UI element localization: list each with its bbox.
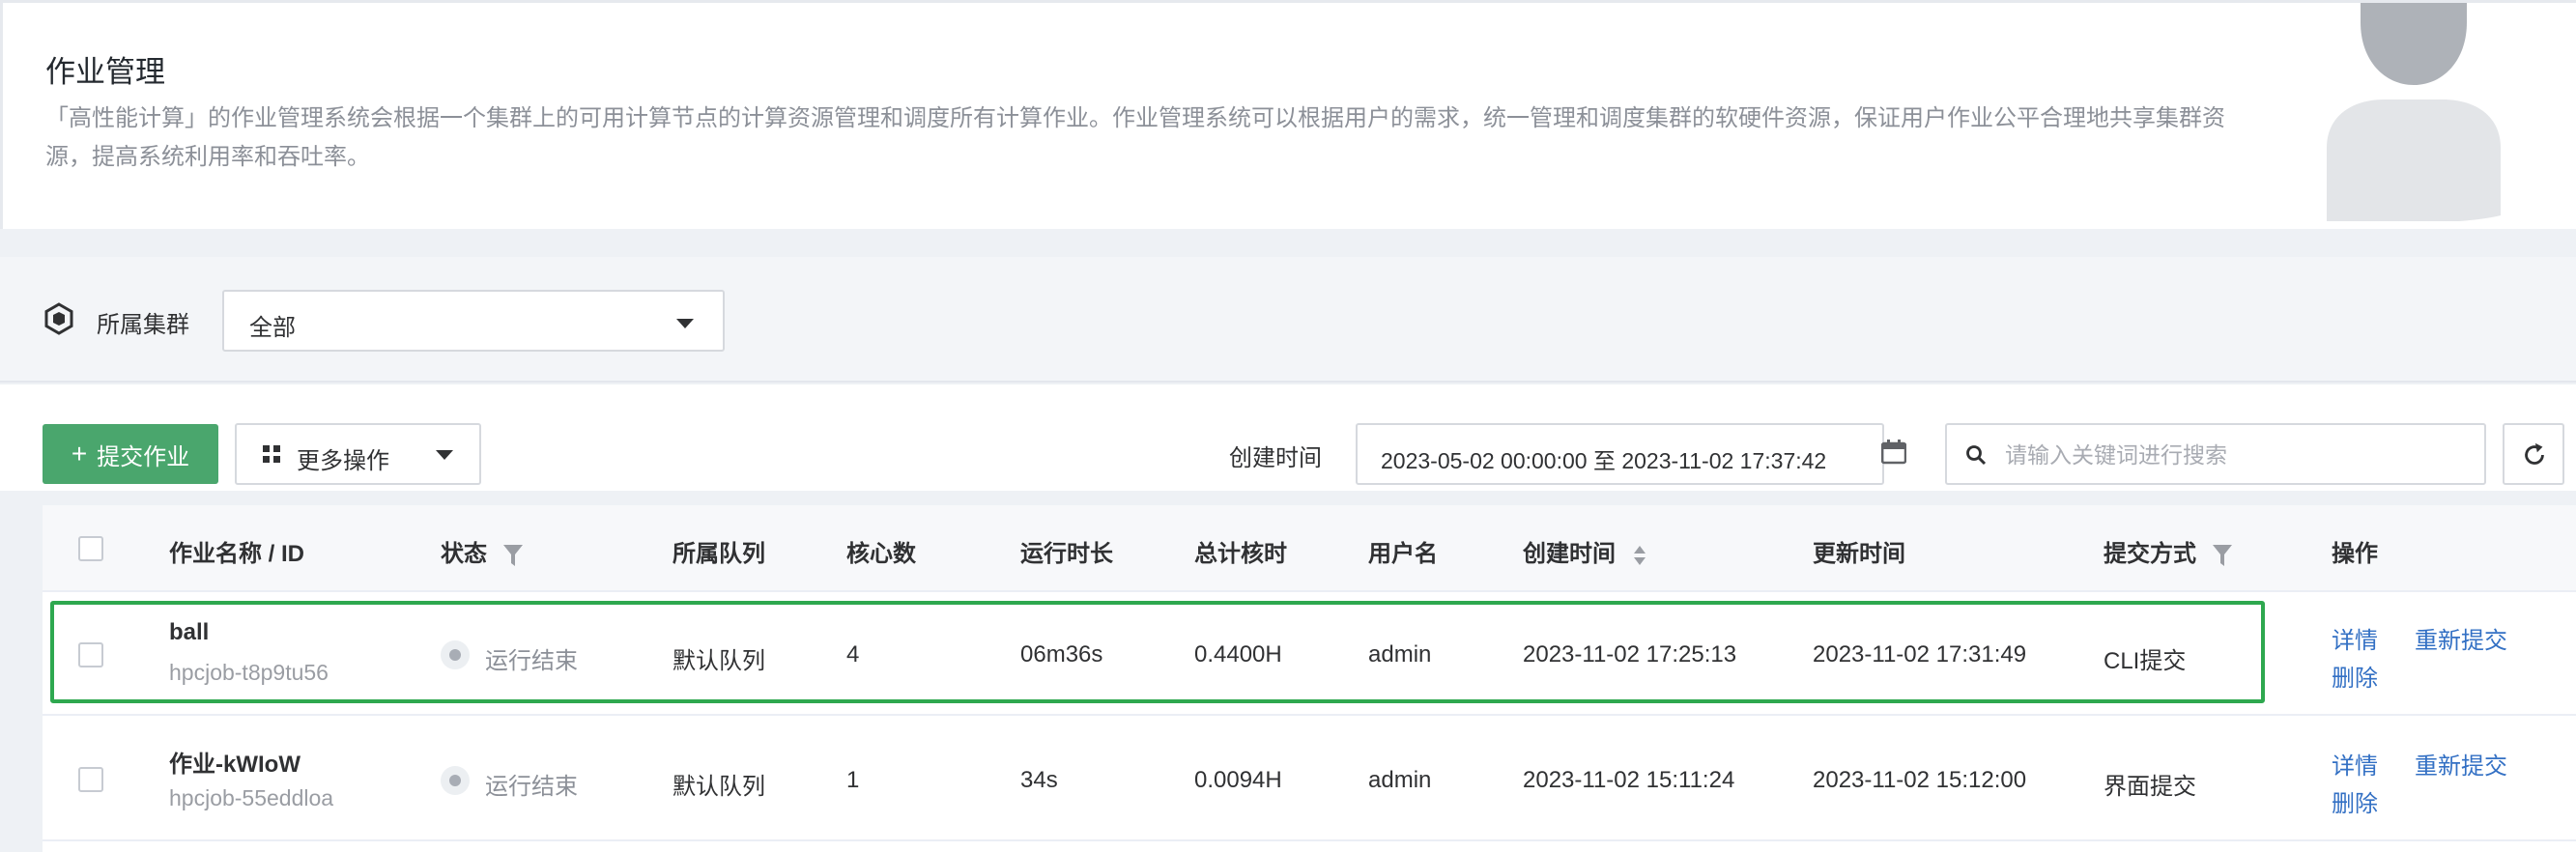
- date-range-picker[interactable]: 2023-05-02 00:00:00 至 2023-11-02 17:37:4…: [1356, 423, 1884, 485]
- job-name[interactable]: ball: [169, 619, 209, 646]
- sort-icon[interactable]: [1632, 544, 1647, 567]
- created-time-label: 创建时间: [1229, 445, 1322, 471]
- resubmit-link[interactable]: 重新提交: [2415, 747, 2507, 781]
- date-range-value: 2023-05-02 00:00:00 至 2023-11-02 17:37:4…: [1381, 448, 1827, 473]
- chevron-down-icon: [436, 450, 453, 460]
- header-updated: 更新时间: [1813, 541, 1905, 567]
- status-text: 运行结束: [485, 648, 578, 674]
- refresh-icon: [2525, 442, 2544, 465]
- submit-job-label: 提交作业: [97, 443, 190, 470]
- search-box: [1945, 423, 2486, 485]
- header-cores: 核心数: [846, 541, 916, 567]
- header-queue: 所属队列: [673, 541, 765, 567]
- header-status: 状态: [441, 534, 523, 568]
- table-header: 作业名称 / ID 状态 所属队列 核心数 运行时长 总计核时 用户名 创建时间…: [43, 505, 2576, 592]
- chevron-down-icon: [676, 319, 694, 328]
- cluster-select-value: 全部: [249, 315, 296, 341]
- search-input[interactable]: [2005, 439, 2469, 471]
- header-core-hours: 总计核时: [1194, 541, 1287, 567]
- job-id: hpcjob-55eddloa: [169, 785, 334, 810]
- user-cell: admin: [1368, 641, 1432, 667]
- row-checkbox[interactable]: [78, 642, 103, 667]
- cluster-label: 所属集群: [97, 312, 189, 338]
- cores-cell: 4: [846, 641, 860, 667]
- queue-cell: 默认队列: [673, 648, 765, 674]
- duration-cell: 06m36s: [1020, 641, 1103, 667]
- header-user: 用户名: [1368, 541, 1438, 567]
- core-hours-cell: 0.4400H: [1194, 641, 1282, 667]
- search-icon: [1966, 445, 1987, 466]
- detail-link[interactable]: 详情: [2332, 621, 2378, 655]
- header-created: 创建时间: [1523, 534, 1647, 568]
- header-duration: 运行时长: [1020, 541, 1113, 567]
- delete-link[interactable]: 删除: [2332, 784, 2378, 818]
- more-actions-dropdown[interactable]: 更多操作: [235, 423, 481, 485]
- grid-icon: [263, 445, 280, 463]
- queue-cell: 默认队列: [673, 774, 765, 800]
- created-cell: 2023-11-02 17:25:13: [1523, 641, 1737, 667]
- updated-cell: 2023-11-02 17:31:49: [1813, 641, 2027, 667]
- calendar-icon[interactable]: [1881, 440, 1906, 465]
- status-dot-icon: [441, 766, 470, 795]
- page-description: 「高性能计算」的作业管理系统会根据一个集群上的可用计算节点的计算资源管理和调度所…: [45, 105, 2225, 170]
- more-actions-label: 更多操作: [297, 448, 389, 474]
- header-submit-method-label: 提交方式: [2104, 541, 2196, 567]
- cores-cell: 1: [846, 767, 860, 793]
- cluster-select[interactable]: 全部: [222, 290, 725, 352]
- select-all-checkbox[interactable]: [78, 536, 103, 561]
- cluster-icon: [44, 302, 73, 335]
- created-cell: 2023-11-02 15:11:24: [1523, 767, 1735, 793]
- status-text: 运行结束: [485, 774, 578, 800]
- avatar-placeholder-icon: [2327, 3, 2501, 221]
- page-title: 作业管理: [45, 55, 165, 89]
- header-actions: 操作: [2332, 541, 2378, 567]
- detail-link[interactable]: 详情: [2332, 747, 2378, 781]
- row-checkbox[interactable]: [78, 767, 103, 792]
- core-hours-cell: 0.0094H: [1194, 767, 1282, 793]
- job-id: hpcjob-t8p9tu56: [169, 660, 329, 685]
- duration-cell: 34s: [1020, 767, 1058, 793]
- plus-icon: +: [71, 439, 88, 469]
- filter-icon[interactable]: [2212, 544, 2232, 566]
- table-row: 作业-kWIoW hpcjob-55eddloa 运行结束 默认队列 1 34s…: [43, 718, 2576, 841]
- jobs-table: 作业名称 / ID 状态 所属队列 核心数 运行时长 总计核时 用户名 创建时间…: [43, 505, 2576, 852]
- status-dot-icon: [441, 640, 470, 669]
- submit-job-button[interactable]: + 提交作业: [43, 424, 218, 484]
- delete-link[interactable]: 删除: [2332, 659, 2378, 693]
- filter-icon[interactable]: [502, 544, 523, 566]
- updated-cell: 2023-11-02 15:12:00: [1813, 767, 2027, 793]
- header-created-label: 创建时间: [1523, 541, 1616, 567]
- refresh-button[interactable]: [2503, 423, 2564, 485]
- header-status-label: 状态: [441, 541, 487, 567]
- user-cell: admin: [1368, 767, 1432, 793]
- header-name: 作业名称 / ID: [169, 541, 305, 567]
- cluster-filter-bar: 所属集群 全部: [0, 257, 2576, 383]
- job-name[interactable]: 作业-kWIoW: [169, 745, 301, 779]
- page-banner: 作业管理 「高性能计算」的作业管理系统会根据一个集群上的可用计算节点的计算资源管…: [0, 0, 2576, 229]
- resubmit-link[interactable]: 重新提交: [2415, 621, 2507, 655]
- submit-method-cell: 界面提交: [2104, 774, 2196, 800]
- submit-method-cell: CLI提交: [2104, 648, 2187, 674]
- header-submit-method: 提交方式: [2104, 534, 2232, 568]
- table-row: ball hpcjob-t8p9tu56 运行结束 默认队列 4 06m36s …: [43, 592, 2576, 716]
